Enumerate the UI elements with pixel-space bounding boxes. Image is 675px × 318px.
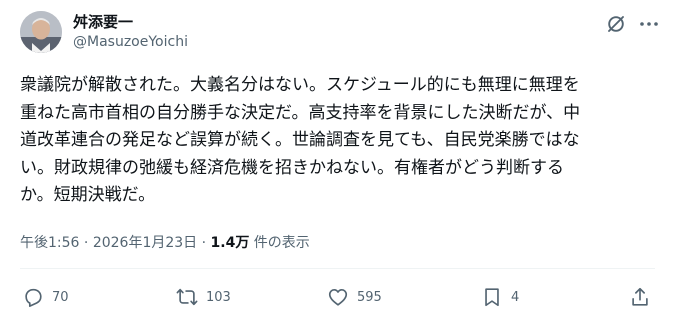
action-bar: 70 103 595 4 <box>0 286 675 316</box>
post-meta: 午後1:56 · 2026年1月23日 · 1.4万 件の表示 <box>20 232 310 252</box>
post-text-line: 衆議院が解散された。大義名分はない。スケジュール的にも無理に無理を <box>20 75 580 95</box>
bookmark-icon <box>485 288 499 307</box>
divider <box>20 268 655 269</box>
reply-count: 70 <box>52 289 69 305</box>
post-time[interactable]: 午後1:56 <box>20 235 79 251</box>
repost-icon <box>176 288 198 306</box>
post-text-line: 道改革連合の発足など誤算が続く。世論調査を見ても、自民党楽勝ではな <box>20 130 580 150</box>
profile-photo-avatar <box>20 11 62 53</box>
like-button[interactable]: 595 <box>327 286 382 308</box>
like-count: 595 <box>357 289 382 305</box>
repost-count: 103 <box>206 289 231 305</box>
meta-separator: · <box>201 235 207 251</box>
view-count-label[interactable]: 件の表示 <box>254 235 310 251</box>
post-text-line: 重ねた高市首相の自分勝手な決定だ。高支持率を背景にした決断だが、中 <box>20 102 581 123</box>
reply-button[interactable]: 70 <box>22 286 69 308</box>
bookmark-count: 4 <box>511 289 520 305</box>
repost-button[interactable]: 103 <box>176 286 231 308</box>
more-options-icon[interactable] <box>638 14 660 34</box>
post-text: 衆議院が解散された。大義名分はない。スケジュール的にも無理に無理を 重ねた高市首… <box>20 72 665 210</box>
heart-icon <box>328 289 348 306</box>
grok-icon[interactable] <box>606 14 626 34</box>
meta-separator: · <box>83 235 89 251</box>
author-handle[interactable]: @MasuzoeYoichi <box>73 34 188 50</box>
avatar[interactable] <box>20 11 62 53</box>
post-date[interactable]: 2026年1月23日 <box>93 235 197 251</box>
post-text-line: か。短期決戦だ。 <box>20 185 156 205</box>
share-icon <box>632 287 648 306</box>
post-text-line: い。財政規律の弛緩も経済危機を招きかねない。有権者がどう判断する <box>20 157 564 178</box>
reply-icon <box>25 288 42 307</box>
bookmark-button[interactable]: 4 <box>481 286 519 308</box>
view-count[interactable]: 1.4万 <box>211 235 250 251</box>
share-button[interactable] <box>629 286 651 308</box>
author-name[interactable]: 舛添要一 <box>73 11 133 32</box>
